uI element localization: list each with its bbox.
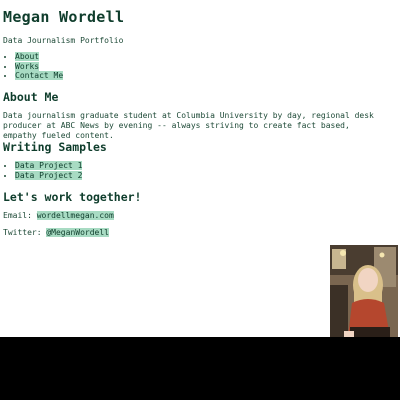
twitter-link[interactable]: @MeganWordell — [46, 228, 109, 237]
page-subtitle: Data Journalism Portfolio — [3, 36, 124, 45]
nav-link-about[interactable]: About — [15, 52, 40, 61]
data-project-1-link[interactable]: Data Project 1 — [15, 161, 83, 170]
writing-samples-list: Data Project 1 Data Project 2 — [3, 161, 83, 181]
contact-heading: Let's work together! — [3, 190, 142, 204]
nav-link-works[interactable]: Works — [15, 61, 40, 71]
about-heading: About Me — [3, 90, 59, 104]
profile-photo — [330, 245, 398, 337]
page-title: Megan Wordell — [3, 8, 125, 26]
about-text: Data journalism graduate student at Colu… — [3, 111, 374, 140]
twitter-label: Twitter: — [3, 228, 47, 237]
email-label: Email: — [3, 211, 37, 220]
portfolio-page: Megan Wordell Data Journalism Portfolio … — [0, 0, 400, 337]
nav-list: About Works Contact Me — [3, 52, 64, 81]
nav-item-contact: Contact Me — [15, 71, 64, 81]
data-project-2-link[interactable]: Data Project 2 — [15, 170, 83, 180]
nav-item-about: About — [15, 52, 63, 62]
writing-samples-heading: Writing Samples — [3, 140, 107, 154]
email-link[interactable]: wordellmegan.com — [36, 211, 114, 220]
email-line: Email: wordellmegan.com — [3, 211, 114, 220]
twitter-line: Twitter: @MeganWordell — [3, 228, 109, 237]
list-item: Data Project 2 — [15, 170, 83, 181]
nav-link-contact[interactable]: Contact Me — [15, 71, 64, 81]
black-bottom-area — [0, 337, 400, 400]
nav-item-works: Works — [15, 61, 63, 72]
list-item: Data Project 1 — [15, 161, 83, 171]
